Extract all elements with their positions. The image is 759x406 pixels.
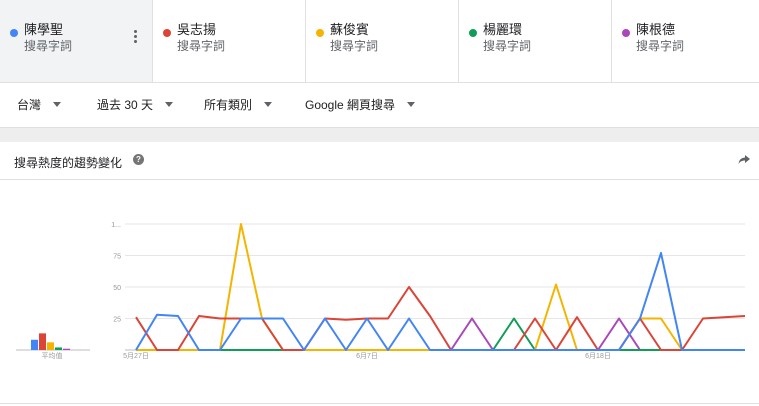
x-tick-label: 5月27日 — [123, 352, 149, 360]
term-card-2[interactable]: 吳志揚 搜尋字詞 — [153, 0, 306, 82]
more-vert-icon[interactable] — [134, 30, 138, 45]
search-type-label: Google 網頁搜尋 — [305, 98, 396, 112]
term-name: 楊麗環 — [483, 22, 523, 37]
y-tick-label: 75 — [113, 254, 121, 261]
series-dot-1 — [10, 29, 18, 37]
caret-down-icon — [407, 102, 416, 107]
term-type: 搜尋字詞 — [330, 39, 379, 53]
term-name: 陳學聖 — [24, 22, 64, 37]
compare-terms-bar: 陳學聖 搜尋字詞 吳志揚 搜尋字詞 蘇俊賓 搜尋字詞 楊麗環 搜尋字詞 陳根德 … — [0, 0, 759, 83]
card-header: 搜尋熱度的趨勢變化 ? — [0, 142, 759, 180]
average-bar — [47, 342, 54, 350]
y-axis-ticks: 1... 75 50 25 — [111, 222, 121, 324]
term-type: 搜尋字詞 — [177, 39, 226, 53]
caret-down-icon — [264, 102, 273, 107]
x-tick-label: 6月18日 — [585, 352, 611, 360]
term-card-5[interactable]: 陳根德 搜尋字詞 — [612, 0, 759, 82]
term-name: 吳志揚 — [177, 22, 217, 37]
share-icon[interactable] — [737, 152, 751, 166]
term-name: 陳根德 — [636, 22, 676, 37]
region-label: 台灣 — [17, 98, 42, 112]
search-type-dropdown[interactable]: Google 網頁搜尋 — [305, 96, 416, 113]
average-bar — [63, 348, 70, 350]
help-icon[interactable]: ? — [133, 154, 144, 165]
series-dot-4 — [469, 29, 477, 37]
x-axis-ticks: 5月27日 6月7日 6月18日 — [123, 352, 611, 360]
term-type: 搜尋字詞 — [24, 39, 73, 53]
section-gap — [0, 128, 759, 142]
category-dropdown[interactable]: 所有類別 — [204, 96, 273, 113]
average-bar — [55, 347, 62, 350]
series-dot-2 — [163, 29, 171, 37]
filter-bar: 台灣 過去 30 天 所有類別 Google 網頁搜尋 — [0, 83, 759, 128]
average-bars: 平均值 — [16, 333, 90, 360]
y-tick-label: 25 — [113, 317, 121, 324]
time-range-dropdown[interactable]: 過去 30 天 — [97, 96, 174, 113]
chart-grid — [125, 223, 745, 351]
term-name: 蘇俊賓 — [330, 22, 370, 37]
y-tick-label: 50 — [113, 285, 121, 292]
average-bar — [39, 333, 46, 350]
region-dropdown[interactable]: 台灣 — [17, 96, 62, 113]
average-label: 平均值 — [42, 351, 63, 360]
term-type: 搜尋字詞 — [483, 39, 532, 53]
term-card-1[interactable]: 陳學聖 搜尋字詞 — [0, 0, 153, 82]
caret-down-icon — [165, 102, 174, 107]
y-tick-label: 1... — [111, 222, 121, 229]
trend-chart: 1... 75 50 25 5月27日 6月7日 6月18日 平均值 — [16, 222, 746, 360]
card-title: 搜尋熱度的趨勢變化 — [14, 156, 123, 170]
term-card-3[interactable]: 蘇俊賓 搜尋字詞 — [306, 0, 459, 82]
term-type: 搜尋字詞 — [636, 39, 685, 53]
series-dot-5 — [622, 29, 630, 37]
time-range-label: 過去 30 天 — [97, 98, 154, 112]
x-tick-label: 6月7日 — [356, 352, 378, 360]
interest-over-time-card: 搜尋熱度的趨勢變化 ? 1... 75 50 25 5月27日 6月7日 6月18日 平均… — [0, 142, 759, 406]
divider — [0, 403, 759, 404]
term-card-4[interactable]: 楊麗環 搜尋字詞 — [459, 0, 612, 82]
caret-down-icon — [53, 102, 62, 107]
average-bar — [31, 339, 38, 350]
series-dot-3 — [316, 29, 324, 37]
category-label: 所有類別 — [204, 98, 253, 112]
